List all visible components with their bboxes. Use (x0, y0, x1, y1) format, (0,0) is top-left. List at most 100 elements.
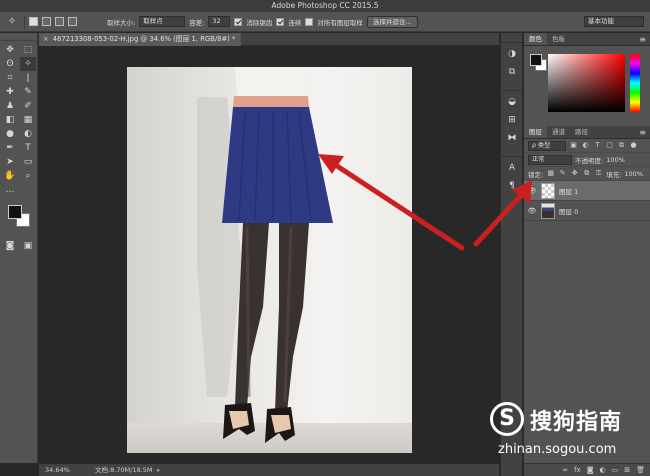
pen-tool-icon[interactable]: ✒ (2, 141, 18, 155)
tolerance-input[interactable]: 32 (208, 16, 231, 27)
foreground-color-swatch[interactable] (530, 54, 542, 66)
history-panel-icon[interactable]: ⧉ (501, 63, 523, 81)
magic-wand-icon[interactable]: ✧ (4, 15, 20, 29)
document-image[interactable] (127, 67, 412, 453)
hand-tool-icon[interactable]: ✋ (2, 169, 18, 183)
status-menu-arrow[interactable]: ▸ (157, 464, 160, 476)
adjustment-filter-icon[interactable]: ◐ (581, 141, 590, 150)
select-and-mask-button[interactable]: 选择并遮住... (366, 15, 418, 28)
foreground-color-swatch[interactable] (8, 205, 22, 219)
zoom-tool-icon[interactable]: ⌕ (20, 169, 36, 183)
tab-paths[interactable]: 路径 (570, 126, 593, 138)
shape-filter-icon[interactable]: ▢ (605, 141, 614, 150)
antialias-checkbox[interactable] (234, 17, 243, 26)
smart-object-filter-icon[interactable]: ⧉ (617, 141, 626, 150)
folder-icon[interactable]: ▭ (612, 466, 619, 474)
type-filter-icon[interactable]: T (593, 141, 602, 150)
eye-icon[interactable]: 👁 (527, 207, 537, 215)
magic-wand-tool-icon[interactable]: ✧ (20, 57, 36, 71)
contiguous-checkbox[interactable] (276, 17, 285, 26)
shape-tool-icon[interactable]: ▭ (20, 155, 36, 169)
blend-mode-select[interactable]: 正常 (528, 154, 572, 165)
marquee-tool-icon[interactable]: ⬚ (20, 43, 36, 57)
layer-row-0[interactable]: 👁 图层 0 (524, 201, 650, 221)
watermark-logo: S (490, 402, 524, 436)
antialias-label: 消除锯齿 (246, 18, 273, 27)
link-icon[interactable]: ∞ (562, 466, 568, 474)
screen-mode-icon[interactable]: ▣ (20, 239, 36, 253)
sample-size-label: 取样大小: (107, 18, 136, 27)
eraser-tool-icon[interactable]: ◧ (2, 113, 18, 127)
sample-size-select[interactable]: 取样点 (139, 16, 186, 27)
filter-toggle-icon[interactable]: ● (629, 141, 638, 150)
tab-channels[interactable]: 通道 (547, 126, 570, 138)
opacity-value[interactable]: 100% (606, 156, 625, 164)
character-panel-icon[interactable]: A (501, 159, 523, 177)
lock-position-icon[interactable]: ✥ (570, 169, 579, 178)
type-tool-icon[interactable]: T (20, 141, 36, 155)
eye-icon[interactable]: 👁 (527, 187, 537, 195)
trash-icon[interactable]: 🗑 (636, 466, 645, 474)
document-tab-bar: × 467213308-053-02-H.jpg @ 34.6% (图层 1, R… (39, 33, 499, 46)
properties-panel-icon[interactable]: ⊞ (501, 111, 523, 129)
crop-tool-icon[interactable]: ⌗ (2, 71, 18, 85)
tools-panel: ✥ ⬚ ʘ ✧ ⌗ ǀ ✚ ✎ ♟ ✐ ◧ ▦ ● ◐ ✒ T ➤ ▭ ✋ ⌕ … (0, 33, 38, 463)
tab-color[interactable]: 颜色 (524, 33, 547, 45)
pixel-filter-icon[interactable]: ▣ (569, 141, 578, 150)
stamp-tool-icon[interactable]: ♟ (2, 99, 18, 113)
add-selection-icon[interactable] (42, 17, 51, 26)
mask-icon[interactable]: ◙ (587, 466, 594, 474)
color-panel (524, 46, 650, 126)
lock-all-icon[interactable]: ⚿ (594, 169, 603, 178)
adjustment-icon[interactable]: ◐ (600, 466, 606, 474)
fx-icon[interactable]: fx (574, 466, 581, 474)
lock-artboard-icon[interactable]: ⧉ (582, 169, 591, 178)
dodge-tool-icon[interactable]: ◐ (20, 127, 36, 141)
subtract-selection-icon[interactable] (55, 17, 64, 26)
layers-panel-tabs: 图层 通道 路径 ≡ (524, 126, 650, 139)
panel-grip[interactable] (0, 33, 37, 41)
intersect-selection-icon[interactable] (68, 17, 77, 26)
workspace-select[interactable]: 基本功能 (584, 16, 644, 27)
document-size: 文档:8.70M/18.5M (95, 466, 153, 474)
more-tools-icon[interactable]: … (2, 183, 18, 197)
fill-value[interactable]: 100% (624, 170, 643, 178)
watermark-url: zhinan.sogou.com (498, 442, 617, 457)
history-brush-icon[interactable]: ✐ (20, 99, 36, 113)
healing-tool-icon[interactable]: ✚ (2, 85, 18, 99)
quick-mask-icon[interactable]: ◙ (2, 239, 18, 253)
panel-menu-icon[interactable]: ≡ (639, 126, 646, 139)
tab-swatches[interactable]: 色板 (547, 33, 570, 45)
sample-all-layers-label: 对所有图层取样 (317, 18, 363, 27)
canvas-area[interactable] (39, 47, 499, 463)
color-swatches (8, 205, 34, 231)
tab-layers[interactable]: 图层 (524, 126, 547, 138)
new-selection-icon[interactable] (29, 17, 38, 26)
paragraph-panel-icon[interactable]: ¶ (501, 177, 523, 195)
move-tool-icon[interactable]: ✥ (2, 43, 18, 57)
contiguous-label: 连续 (288, 18, 302, 27)
color-picker-field[interactable] (548, 54, 625, 112)
path-select-tool-icon[interactable]: ➤ (2, 155, 18, 169)
lock-transparent-icon[interactable]: ▦ (546, 169, 555, 178)
lasso-tool-icon[interactable]: ʘ (2, 57, 18, 71)
blur-tool-icon[interactable]: ● (2, 127, 18, 141)
new-layer-icon[interactable]: ⊞ (624, 466, 630, 474)
lock-pixels-icon[interactable]: ✎ (558, 169, 567, 178)
gradient-tool-icon[interactable]: ▦ (20, 113, 36, 127)
hue-slider[interactable] (630, 54, 640, 112)
document-tab[interactable]: × 467213308-053-02-H.jpg @ 34.6% (图层 1, R… (39, 33, 242, 46)
layer-filter-select[interactable]: ρ 类型 (528, 140, 566, 151)
sliders-panel-icon[interactable]: ⧓ (501, 129, 523, 147)
window-title: Adobe Photoshop CC 2015.5 (271, 1, 379, 10)
color-panel-tabs: 颜色 色板 ≡ (524, 33, 650, 46)
close-tab-icon[interactable]: × (43, 35, 49, 43)
layer-row-1[interactable]: 👁 图层 1 (524, 181, 650, 201)
panel-menu-icon[interactable]: ≡ (639, 33, 646, 46)
brush-tool-icon[interactable]: ✎ (20, 85, 36, 99)
zoom-level[interactable]: 34.64% (45, 464, 70, 476)
color-panel-icon[interactable]: ◑ (501, 45, 523, 63)
eyedropper-tool-icon[interactable]: ǀ (20, 71, 36, 85)
adjustments-panel-icon[interactable]: ◒ (501, 93, 523, 111)
sample-all-layers-checkbox[interactable] (305, 17, 314, 26)
